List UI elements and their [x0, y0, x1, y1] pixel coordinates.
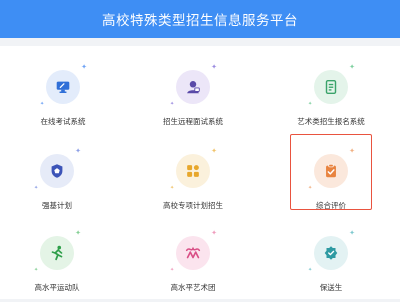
tile-label: 强基计划	[42, 201, 72, 210]
tile-special-program[interactable]: ✦ ✦ 高校专项计划招生	[138, 148, 248, 220]
document-icon	[314, 70, 348, 104]
selection-highlight	[290, 134, 372, 210]
sparkle-icon: ✦	[170, 267, 175, 273]
interviewer-icon-glyph	[187, 81, 200, 94]
runner-icon	[40, 236, 74, 270]
document-icon-glyph	[325, 79, 337, 95]
tile-remote-interview[interactable]: ✦ ✦ 招生远程面试系统	[138, 64, 248, 136]
tile-recommended-admission[interactable]: ✦ ✦ 保送生	[276, 230, 386, 302]
sparkle-icon: ✦	[34, 185, 39, 191]
sparkle-icon: ✦	[40, 101, 45, 107]
top-header-bar: 高校特殊类型招生信息服务平台	[0, 0, 400, 38]
tile-strong-foundation[interactable]: ✦ ✦ 强基计划	[2, 148, 112, 220]
tile-art-troupe[interactable]: ✦ ✦ 高水平艺术团	[138, 230, 248, 302]
sparkle-icon: ✦	[170, 185, 175, 191]
sparkle-icon: ✦	[75, 148, 81, 155]
monitor-icon	[46, 70, 80, 104]
tile-online-exam[interactable]: ✦ ✦ 在线考试系统	[8, 64, 118, 136]
dancer-icon	[176, 236, 210, 270]
sparkle-icon: ✦	[211, 64, 217, 71]
sparkle-icon: ✦	[75, 230, 81, 237]
sparkle-icon: ✦	[308, 267, 313, 273]
sparkle-icon: ✦	[211, 230, 217, 237]
page-title: 高校特殊类型招生信息服务平台	[102, 13, 298, 28]
tile-sports-team[interactable]: ✦ ✦ 高水平运动队	[2, 230, 112, 302]
tile-label: 高水平运动队	[34, 283, 80, 292]
sparkle-icon: ✦	[34, 267, 39, 273]
sparkle-icon: ✦	[349, 230, 355, 237]
sparkle-icon: ✦	[308, 101, 313, 107]
tile-label: 保送生	[319, 283, 343, 292]
runner-icon-glyph	[51, 245, 63, 261]
grid-icon	[176, 154, 210, 188]
sparkle-icon: ✦	[211, 148, 217, 155]
tile-label: 在线考试系统	[40, 117, 86, 126]
tile-label: 艺术类招生报名系统	[297, 117, 365, 126]
monitor-icon-glyph	[56, 81, 70, 93]
tile-label: 高水平艺术团	[170, 283, 216, 292]
dancer-icon-glyph	[185, 246, 201, 259]
shield-icon-glyph	[51, 164, 63, 178]
badge-icon-glyph	[324, 246, 338, 260]
shield-icon	[40, 154, 74, 188]
sparkle-icon: ✦	[81, 64, 87, 71]
interviewer-icon	[176, 70, 210, 104]
badge-icon	[314, 236, 348, 270]
tile-label: 高校专项计划招生	[163, 201, 223, 210]
tile-art-registration[interactable]: ✦ ✦ 艺术类招生报名系统	[276, 64, 386, 136]
tile-label: 招生远程面试系统	[163, 117, 223, 126]
sparkle-icon: ✦	[349, 64, 355, 71]
grid-icon-glyph	[187, 165, 199, 177]
sparkle-icon: ✦	[170, 101, 175, 107]
